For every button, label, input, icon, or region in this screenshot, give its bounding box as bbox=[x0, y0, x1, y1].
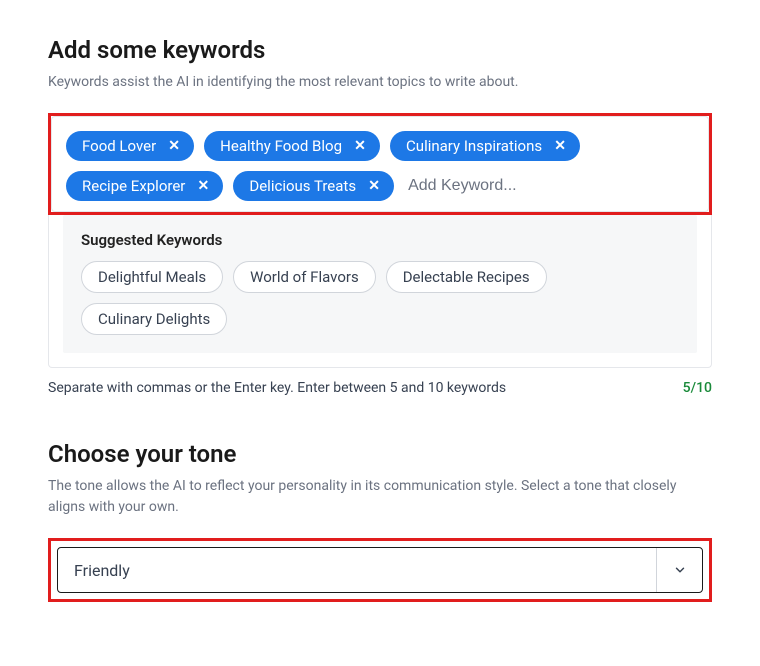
suggested-keyword[interactable]: Delightful Meals bbox=[81, 261, 223, 293]
close-icon[interactable]: ✕ bbox=[366, 178, 382, 194]
tone-description: The tone allows the AI to reflect your p… bbox=[48, 476, 712, 518]
keywords-container: Food Lover ✕ Healthy Food Blog ✕ Culinar… bbox=[51, 116, 709, 212]
tone-highlight-box: Friendly bbox=[48, 538, 712, 602]
keywords-helper-row: Separate with commas or the Enter key. E… bbox=[48, 380, 712, 396]
keywords-description: Keywords assist the AI in identifying th… bbox=[48, 72, 712, 93]
keywords-tags-area[interactable]: Food Lover ✕ Healthy Food Blog ✕ Culinar… bbox=[52, 117, 708, 211]
close-icon[interactable]: ✕ bbox=[552, 138, 568, 154]
suggested-keyword[interactable]: Delectable Recipes bbox=[386, 261, 547, 293]
tone-section: Choose your tone The tone allows the AI … bbox=[48, 440, 712, 602]
keyword-tag-label: Recipe Explorer bbox=[82, 177, 185, 195]
keyword-tag-label: Delicious Treats bbox=[249, 177, 356, 195]
close-icon[interactable]: ✕ bbox=[195, 178, 211, 194]
keywords-helper-text: Separate with commas or the Enter key. E… bbox=[48, 380, 506, 396]
keyword-tag-label: Culinary Inspirations bbox=[406, 137, 542, 155]
keyword-tag: Delicious Treats ✕ bbox=[233, 171, 394, 201]
suggested-container: Suggested Keywords Delightful Meals Worl… bbox=[48, 215, 712, 368]
keywords-title: Add some keywords bbox=[48, 36, 712, 64]
tone-title: Choose your tone bbox=[48, 440, 712, 468]
keyword-tag-label: Food Lover bbox=[82, 137, 156, 155]
suggested-keywords-title: Suggested Keywords bbox=[81, 231, 679, 249]
tone-select-value: Friendly bbox=[58, 548, 656, 592]
keyword-tag: Healthy Food Blog ✕ bbox=[204, 131, 380, 161]
tone-select[interactable]: Friendly bbox=[57, 547, 703, 593]
suggested-keywords-list: Delightful Meals World of Flavors Delect… bbox=[81, 261, 679, 335]
suggested-keyword[interactable]: Culinary Delights bbox=[81, 303, 227, 335]
keywords-counter: 5/10 bbox=[683, 380, 712, 396]
close-icon[interactable]: ✕ bbox=[352, 138, 368, 154]
keyword-tag-label: Healthy Food Blog bbox=[220, 137, 342, 155]
close-icon[interactable]: ✕ bbox=[166, 138, 182, 154]
chevron-down-icon bbox=[656, 548, 702, 592]
keywords-highlight-box: Food Lover ✕ Healthy Food Blog ✕ Culinar… bbox=[48, 113, 712, 215]
keyword-tag: Food Lover ✕ bbox=[66, 131, 194, 161]
suggested-keyword[interactable]: World of Flavors bbox=[233, 261, 376, 293]
suggested-keywords-box: Suggested Keywords Delightful Meals Worl… bbox=[63, 215, 697, 353]
keyword-tag: Recipe Explorer ✕ bbox=[66, 171, 223, 201]
add-keyword-input[interactable] bbox=[404, 171, 619, 201]
keyword-tag: Culinary Inspirations ✕ bbox=[390, 131, 580, 161]
